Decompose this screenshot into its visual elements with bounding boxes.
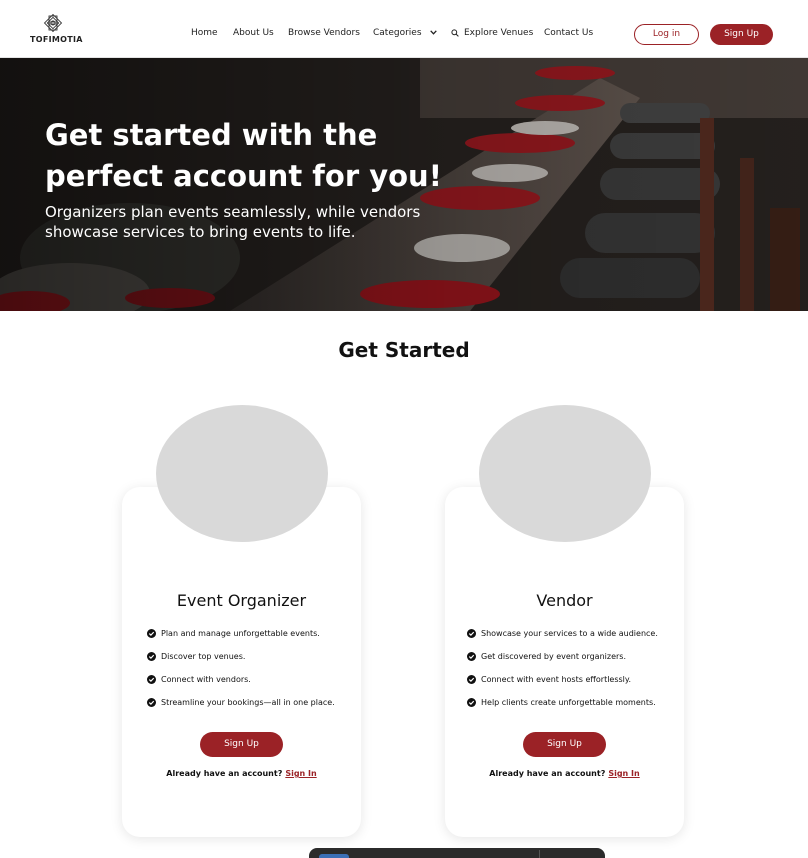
feature-list: Plan and manage unforgettable events. Di… [147, 629, 357, 721]
check-circle-icon [147, 629, 156, 638]
check-circle-icon [467, 698, 476, 707]
hero-banner: Get started with the perfect account for… [0, 58, 808, 311]
feature-text: Showcase your services to a wide audienc… [481, 629, 658, 638]
top-nav: TOFIMOTIA Home About Us Browse Vendors C… [0, 0, 808, 58]
bottom-toolbar [309, 848, 605, 858]
nav-categories[interactable]: Categories [373, 28, 438, 38]
feature-text: Get discovered by event organizers. [481, 652, 626, 661]
signin-prompt-text: Already have an account? [166, 769, 283, 778]
organizer-signin-link[interactable]: Sign In [285, 769, 316, 778]
search-icon [451, 28, 459, 37]
feature-text: Help clients create unforgettable moment… [481, 698, 656, 707]
feature-text: Connect with vendors. [161, 675, 251, 684]
toolbar-divider [539, 850, 540, 858]
check-circle-icon [467, 675, 476, 684]
list-item: Help clients create unforgettable moment… [467, 698, 677, 721]
signin-prompt-text: Already have an account? [489, 769, 606, 778]
nav-browse-vendors[interactable]: Browse Vendors [288, 28, 360, 38]
nav-categories-label: Categories [373, 28, 422, 38]
card-title: Vendor [536, 591, 593, 610]
check-circle-icon [467, 629, 476, 638]
signin-prompt: Already have an account? Sign In [122, 769, 361, 778]
nav-explore-venues[interactable]: Explore Venues [451, 28, 533, 38]
list-item: Connect with event hosts effortlessly. [467, 675, 677, 698]
check-circle-icon [467, 652, 476, 661]
feature-text: Plan and manage unforgettable events. [161, 629, 320, 638]
nav-contact-us[interactable]: Contact Us [544, 28, 593, 38]
organizer-signup-button[interactable]: Sign Up [200, 732, 283, 757]
chevron-down-icon [430, 30, 438, 35]
vendor-avatar-placeholder [479, 405, 651, 542]
hero-subtitle: Organizers plan events seamlessly, while… [45, 203, 421, 241]
hero-title: Get started with the perfect account for… [45, 118, 442, 193]
check-circle-icon [147, 698, 156, 707]
check-circle-icon [147, 652, 156, 661]
nav-home[interactable]: Home [191, 28, 218, 38]
vendor-signin-link[interactable]: Sign In [608, 769, 639, 778]
feature-text: Streamline your bookings—all in one plac… [161, 698, 335, 707]
login-button[interactable]: Log in [634, 24, 699, 45]
nav-explore-venues-label: Explore Venues [464, 28, 534, 38]
list-item: Showcase your services to a wide audienc… [467, 629, 677, 652]
card-title: Event Organizer [176, 591, 307, 610]
list-item: Streamline your bookings—all in one plac… [147, 698, 357, 721]
feature-text: Discover top venues. [161, 652, 246, 661]
check-circle-icon [147, 675, 156, 684]
list-item: Plan and manage unforgettable events. [147, 629, 357, 652]
toolbar-chip [319, 854, 349, 858]
nav-about-us[interactable]: About Us [233, 28, 274, 38]
organizer-avatar-placeholder [156, 405, 328, 542]
vendor-signup-button[interactable]: Sign Up [523, 732, 606, 757]
list-item: Connect with vendors. [147, 675, 357, 698]
nav-signup-button[interactable]: Sign Up [710, 24, 773, 45]
signin-prompt: Already have an account? Sign In [445, 769, 684, 778]
get-started-title: Get Started [338, 338, 470, 362]
feature-list: Showcase your services to a wide audienc… [467, 629, 677, 721]
feature-text: Connect with event hosts effortlessly. [481, 675, 632, 684]
list-item: Discover top venues. [147, 652, 357, 675]
list-item: Get discovered by event organizers. [467, 652, 677, 675]
